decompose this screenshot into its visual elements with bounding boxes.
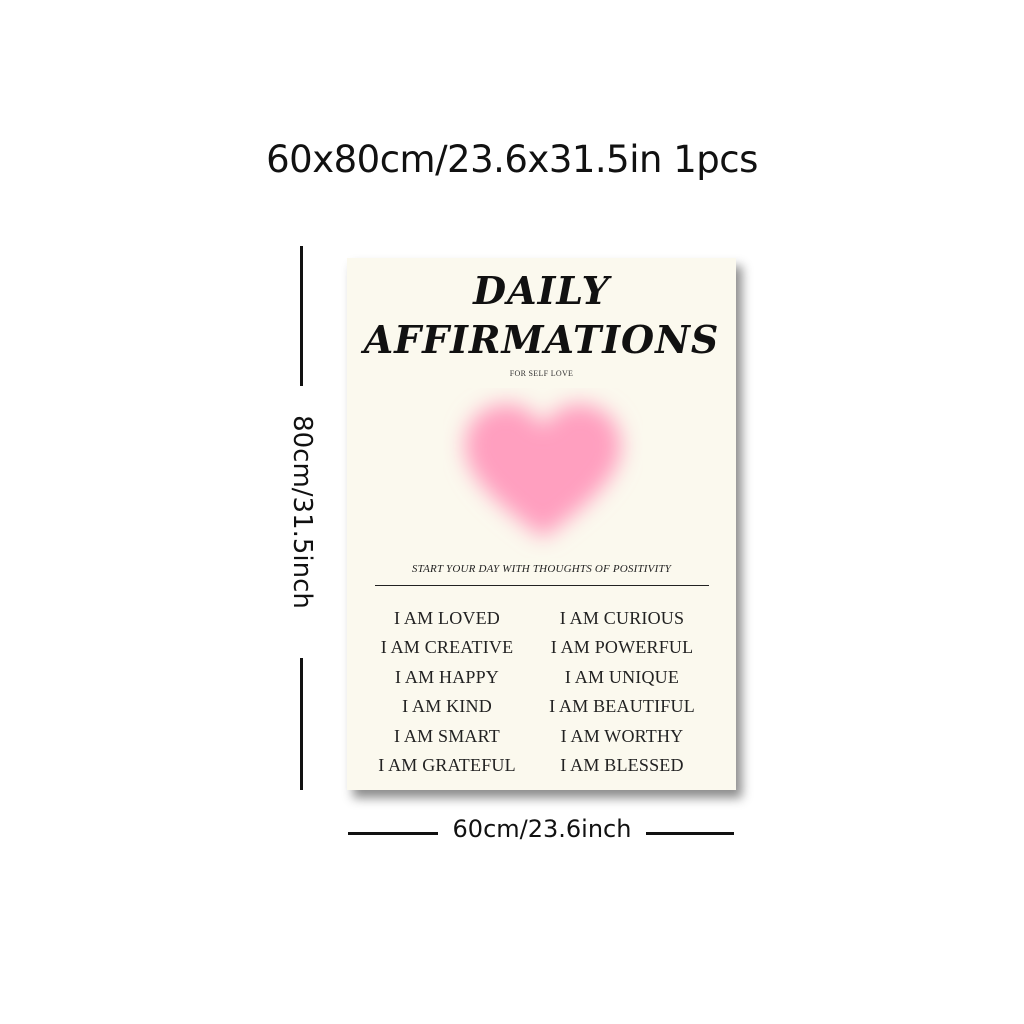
blurred-heart-icon: [465, 404, 621, 538]
poster-title-line2: AFFIRMATIONS: [363, 317, 720, 362]
affirmation-item: I AM CREATIVE: [380, 637, 514, 658]
affirmation-item: I AM KIND: [402, 696, 492, 717]
affirmation-item: I AM GRATEFUL: [378, 754, 516, 775]
poster-tagline: START YOUR DAY WITH THOUGHTS OF POSITIVI…: [411, 563, 672, 575]
affirmation-item: I AM BLESSED: [560, 754, 684, 775]
height-dimension-line-bottom: [300, 658, 303, 790]
width-dimension-label: 60cm/23.6inch: [452, 815, 632, 843]
affirmations-right-column: I AM CURIOUS I AM POWERFUL I AM UNIQUE I…: [537, 604, 707, 780]
height-dimension-label: 80cm/31.5inch: [287, 415, 317, 609]
size-title: 60x80cm/23.6x31.5in 1pcs: [266, 138, 758, 181]
width-dimension-line-right: [646, 832, 734, 835]
width-dimension-line-left: [348, 832, 438, 835]
affirmation-item: I AM LOVED: [394, 608, 500, 628]
affirmation-item: I AM WORTHY: [560, 725, 684, 746]
affirmations-left-column: I AM LOVED I AM CREATIVE I AM HAPPY I AM…: [362, 604, 532, 780]
affirmation-item: I AM CURIOUS: [559, 608, 685, 628]
poster-subtitle: FOR SELF LOVE: [509, 369, 574, 378]
affirmation-item: I AM POWERFUL: [550, 637, 694, 658]
height-dimension-line-top: [300, 246, 303, 386]
affirmation-item: I AM SMART: [394, 725, 500, 746]
affirmation-item: I AM HAPPY: [394, 666, 500, 687]
poster-title-line1: DAILY: [473, 268, 610, 313]
poster: DAILY AFFIRMATIONS FOR SELF LOVE START Y…: [347, 258, 736, 790]
affirmation-item: I AM BEAUTIFUL: [549, 696, 695, 717]
divider-line: [375, 585, 709, 586]
affirmation-item: I AM UNIQUE: [564, 666, 680, 687]
